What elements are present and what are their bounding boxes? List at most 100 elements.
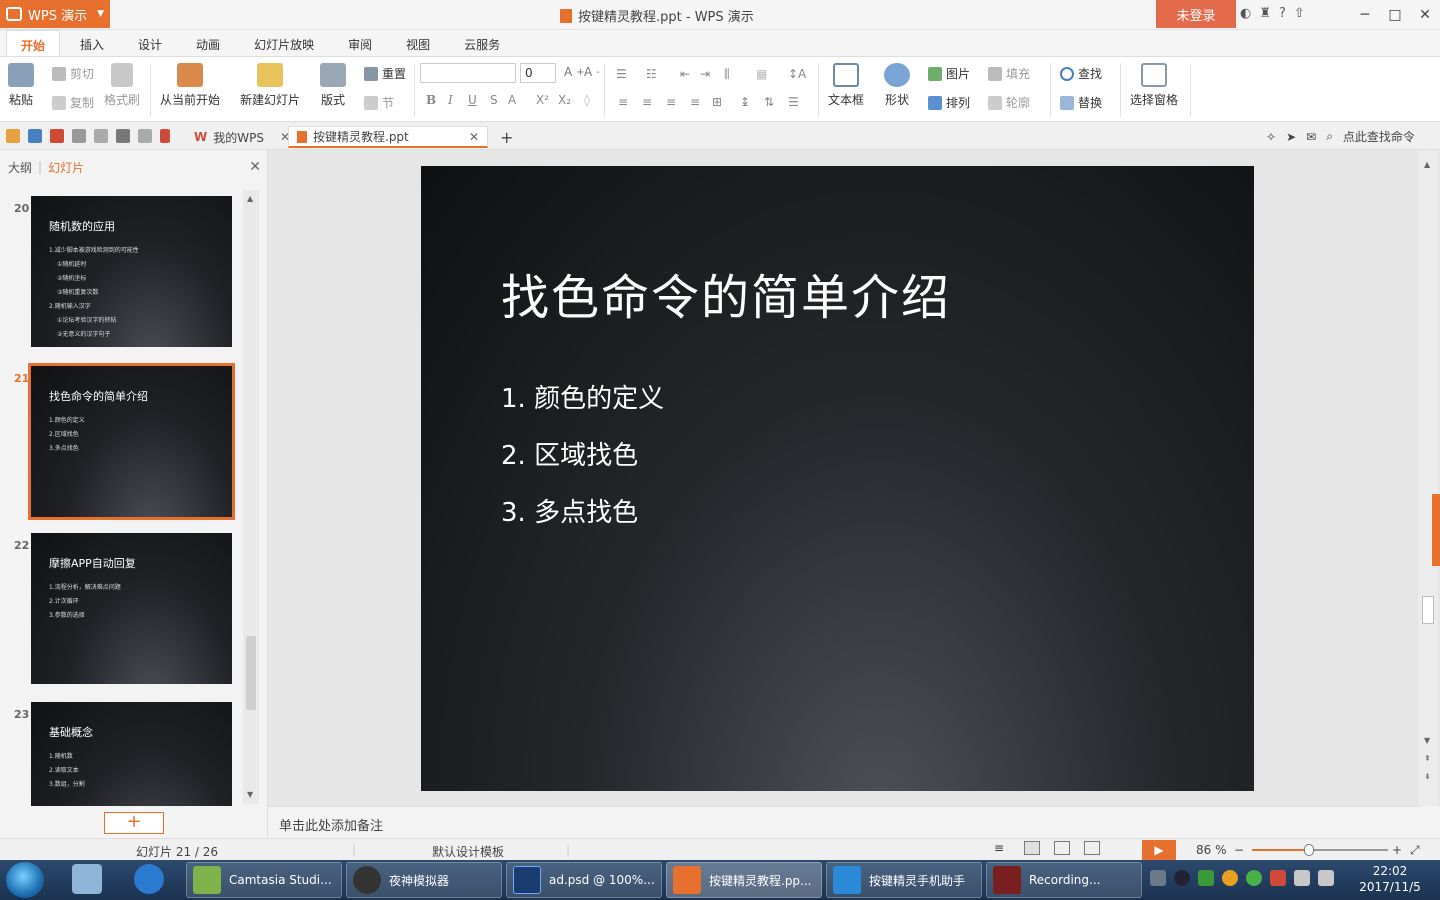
current-slide[interactable]: 找色命令的简单介绍 1. 颜色的定义 2. 区域找色 3. 多点找色	[421, 166, 1254, 791]
share-icon[interactable]: ➤	[1286, 130, 1296, 144]
clock[interactable]: 22:02 2017/11/5	[1352, 863, 1428, 895]
close-tab-icon[interactable]: ✕	[469, 130, 479, 144]
columns-button[interactable]: ⫼	[724, 67, 730, 82]
maximize-icon[interactable]: □	[1380, 4, 1410, 26]
print-icon[interactable]	[72, 129, 86, 143]
notepad-icon[interactable]	[72, 864, 102, 894]
line-spacing-button[interactable]: ↨	[740, 95, 750, 109]
editor-scrollbar[interactable]: ▲ ▼ ⇞ ⇟	[1418, 150, 1438, 806]
tab-animation[interactable]: 动画	[182, 30, 234, 56]
scroll-down-icon[interactable]: ▼	[1424, 736, 1430, 745]
justify-button[interactable]: ≡	[690, 95, 700, 109]
sogou-icon[interactable]	[134, 864, 164, 894]
volume-icon[interactable]	[1318, 870, 1334, 886]
indent-button[interactable]: ⇥	[700, 67, 710, 81]
zoom-slider[interactable]	[1252, 844, 1388, 856]
slide-thumbnail[interactable]: 找色命令的简单介绍 1.颜色的定义 2.区域找色 3.多点找色	[28, 363, 235, 520]
reset-button[interactable]: 重置	[364, 65, 406, 82]
new-tab-button[interactable]: +	[492, 126, 521, 148]
add-slide-button[interactable]: +	[104, 812, 164, 834]
scrollbar-thumb[interactable]	[246, 636, 256, 710]
cut-button[interactable]: 剪切	[52, 65, 94, 82]
font-color-button[interactable]: A	[508, 93, 516, 107]
notes-pane[interactable]: 单击此处添加备注	[268, 806, 1420, 838]
taskbar-item-camtasia[interactable]: Camtasia Studi...	[186, 862, 342, 898]
scroll-down-icon[interactable]: ▼	[247, 790, 253, 799]
align-left-button[interactable]: ≡	[618, 95, 628, 109]
template-name[interactable]: 默认设计模板	[432, 843, 504, 860]
layout-button[interactable]: 版式	[320, 63, 346, 108]
textbox-button[interactable]: 文本框	[828, 63, 864, 108]
slide-thumbnail[interactable]: 基础概念 1.随机数 2.读取文本 3.数组，分割	[31, 702, 232, 806]
paragraph-settings-button[interactable]: ☰	[788, 95, 799, 109]
command-search-label[interactable]: 点此查找命令	[1343, 128, 1415, 145]
new-slide-button[interactable]: 新建幻灯片	[240, 63, 300, 108]
taskbar-item-wps[interactable]: 按键精灵教程.pp...	[666, 862, 822, 898]
outline-button[interactable]: 轮廓	[988, 94, 1030, 111]
section-button[interactable]: 节	[364, 94, 394, 111]
picture-button[interactable]: 图片	[928, 65, 970, 82]
close-icon[interactable]: ✕	[249, 159, 261, 175]
zoom-slider-knob[interactable]	[1304, 844, 1314, 856]
next-slide-icon[interactable]: ⇟	[1424, 772, 1431, 781]
paste-button[interactable]: 粘贴	[8, 63, 34, 108]
taskbar-item-nox[interactable]: 夜神模拟器	[346, 862, 502, 898]
slide-thumbnail[interactable]: 摩擦APP自动回复 1.流程分析，解决难点问题 2.计次循环 3.参数的选择	[31, 533, 232, 684]
previous-slide-icon[interactable]: ⇞	[1424, 754, 1431, 763]
font-name-input[interactable]	[420, 63, 516, 83]
tab-cloud[interactable]: 云服务	[450, 30, 514, 56]
scroll-up-icon[interactable]: ▲	[247, 194, 253, 203]
pin-icon[interactable]: ✧	[1266, 130, 1276, 144]
zoom-in-icon[interactable]: +	[1392, 843, 1402, 857]
paragraph-spacing-button[interactable]: ⇅	[764, 95, 774, 109]
text-direction-button[interactable]: ↕A	[788, 67, 806, 81]
shrink-font-button[interactable]: A-	[584, 65, 600, 79]
tab-review[interactable]: 审阅	[334, 30, 386, 56]
grow-font-button[interactable]: A +	[564, 65, 585, 79]
search-icon[interactable]: ⌕	[1326, 129, 1333, 144]
copy-button[interactable]: 复制	[52, 94, 94, 111]
side-panel-toggle[interactable]	[1432, 494, 1440, 566]
customize-icon[interactable]	[160, 129, 170, 143]
close-icon[interactable]: ✕	[1410, 4, 1440, 26]
shape-button[interactable]: 形状	[884, 63, 910, 108]
underline-button[interactable]: U	[468, 93, 477, 107]
tab-my-wps[interactable]: W 我的WPS ✕	[186, 126, 298, 148]
fill-button[interactable]: 填充	[988, 65, 1030, 82]
tab-slideshow[interactable]: 幻灯片放映	[240, 30, 328, 56]
redo-icon[interactable]	[138, 129, 152, 143]
tab-insert[interactable]: 插入	[66, 30, 118, 56]
skin-icon[interactable]: ◐	[1240, 6, 1251, 21]
help-icon[interactable]: ?	[1279, 6, 1286, 21]
taskbar-item-assistant[interactable]: 按键精灵手机助手	[826, 862, 982, 898]
save-icon[interactable]	[28, 129, 42, 143]
tab-home[interactable]: 开始	[6, 30, 61, 56]
zoom-out-icon[interactable]: −	[1234, 843, 1244, 857]
subscript-button[interactable]: X₂	[558, 93, 571, 107]
bullets-button[interactable]: ☰	[616, 67, 627, 81]
undo-icon[interactable]	[116, 129, 130, 143]
flag-icon[interactable]	[1270, 870, 1286, 886]
collapse-ribbon-icon[interactable]: ⇧	[1294, 6, 1305, 21]
export-pdf-icon[interactable]	[50, 129, 64, 143]
notes-toggle-icon[interactable]: ≡	[994, 841, 1010, 855]
print-preview-icon[interactable]	[94, 129, 108, 143]
from-current-button[interactable]: 从当前开始	[160, 63, 220, 108]
tab-outline[interactable]: 大纲	[8, 159, 32, 176]
font-size-input[interactable]: 0	[520, 63, 556, 83]
shirt-icon[interactable]: ♜	[1259, 6, 1271, 21]
distribute-button[interactable]: ⊞	[712, 95, 722, 109]
align-right-button[interactable]: ≡	[666, 95, 676, 109]
align-center-button[interactable]: ≡	[642, 95, 652, 109]
taskbar-item-recording[interactable]: Recording...	[986, 862, 1142, 898]
open-folder-icon[interactable]	[6, 129, 20, 143]
clear-format-icon[interactable]: ◊	[584, 93, 590, 107]
normal-view-icon[interactable]	[1024, 841, 1040, 855]
numbering-button[interactable]: ☷	[646, 67, 657, 81]
wps-app-menu-button[interactable]: WPS 演示 ▼	[0, 0, 110, 28]
slide-body[interactable]: 1. 颜色的定义 2. 区域找色 3. 多点找色	[501, 371, 664, 542]
network-icon[interactable]	[1294, 870, 1310, 886]
qq-icon[interactable]	[1222, 870, 1238, 886]
tab-current-document[interactable]: 按键精灵教程.ppt ✕	[288, 126, 488, 148]
tab-slides[interactable]: 幻灯片	[48, 159, 84, 176]
